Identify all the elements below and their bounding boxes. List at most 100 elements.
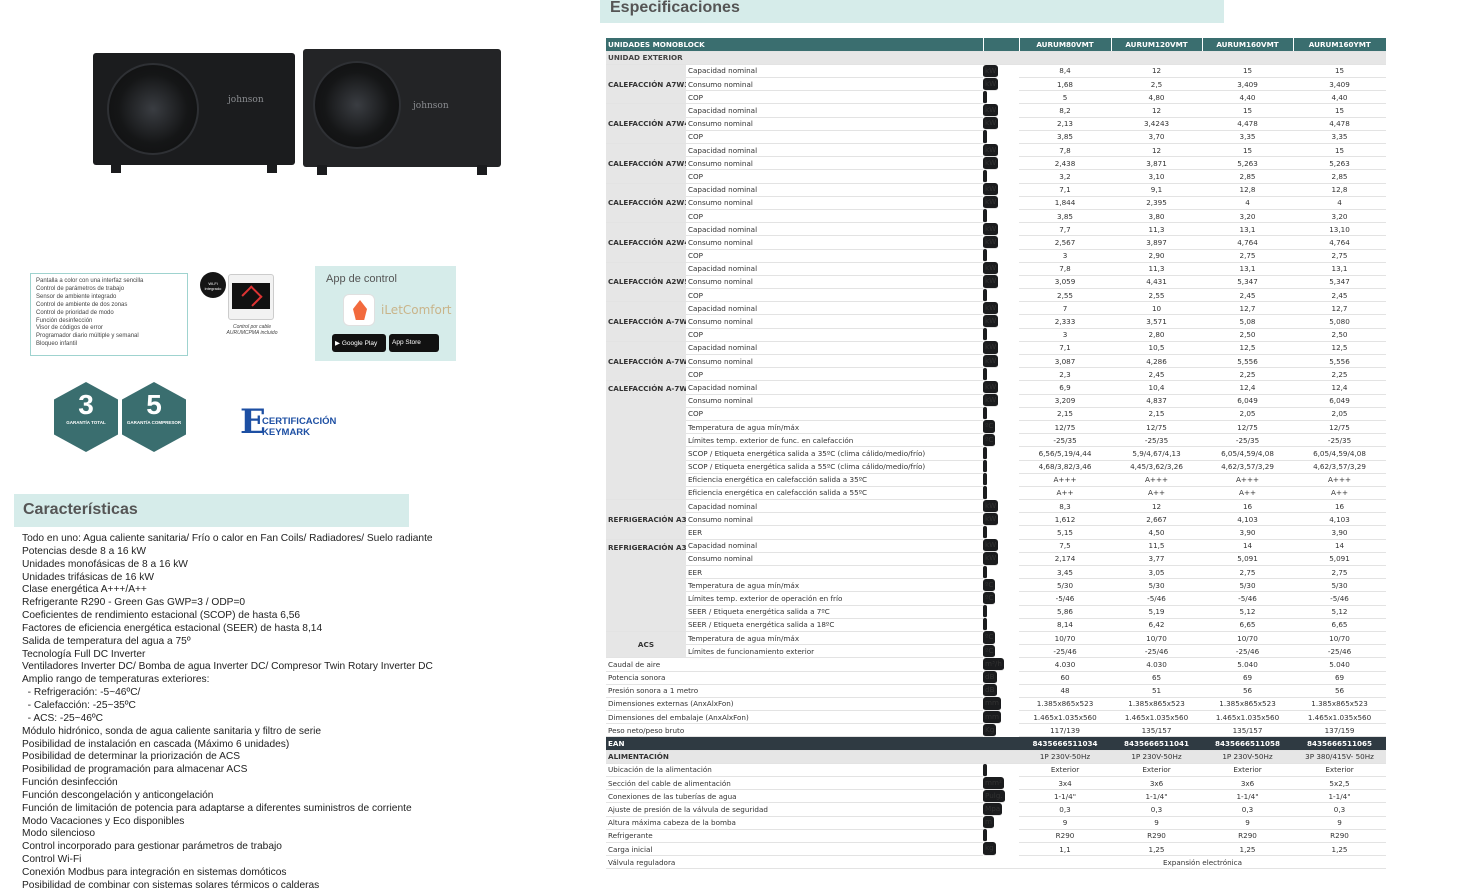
feature-item: Control de prioridad de modo <box>36 309 114 316</box>
table-row: Eficiencia energética en calefacción sal… <box>606 486 1387 501</box>
row-label: COP <box>686 169 984 184</box>
app-store-button[interactable]: App Store <box>389 334 439 352</box>
row-value: R290 <box>1293 829 1387 843</box>
row-value: 9 <box>1019 816 1112 830</box>
row-value: 4,40 <box>1293 90 1387 105</box>
iletcomfort-app-icon <box>343 294 375 326</box>
row-value: 2,55 <box>1019 288 1112 303</box>
row-unit: kW <box>983 394 999 408</box>
row-value: 1-1/4" <box>1293 789 1387 804</box>
row-value: 51 <box>1111 684 1203 698</box>
row-label: Capacidad nominal <box>686 222 984 237</box>
row-value: 2,15 <box>1019 407 1112 421</box>
product-image: johnson johnson <box>88 45 508 185</box>
row-value: 8,4 <box>1019 64 1112 79</box>
row-value: 4,837 <box>1111 394 1203 408</box>
row-unit <box>983 288 988 302</box>
row-value: 12 <box>1111 499 1203 514</box>
caracteristica-item: - Calefacción: -25~35ºC <box>22 699 136 711</box>
table-group-cell: REFRIGERACIÓN A35W7 <box>606 539 686 632</box>
row-label: SEER / Etiqueta energética salida a 7ºC <box>686 605 984 619</box>
table-row: Consumo nominal kW 2,567 3,897 4,764 4,764 <box>606 235 1387 250</box>
table-header-cell <box>982 38 1020 52</box>
caracteristica-item: Tecnología Full DC Inverter <box>22 648 146 660</box>
row-value: 3,45 <box>1019 565 1112 580</box>
row-unit: kW <box>983 183 999 197</box>
row-value: 2,567 <box>1019 235 1112 250</box>
row-unit: kW <box>983 552 999 566</box>
row-value: 3,70 <box>1111 130 1203 145</box>
row-value: 3,20 <box>1202 209 1294 224</box>
table-row: COP 2,55 2,55 2,45 2,45 <box>606 288 1387 303</box>
row-value: 3,05 <box>1111 565 1203 580</box>
row-label: Consumo nominal <box>686 394 984 408</box>
especificaciones-title: Especificaciones <box>600 0 1224 23</box>
row-unit: kW <box>983 235 999 249</box>
table-header-cell: AURUM160YMT <box>1292 38 1387 52</box>
table-row: Eficiencia energética en calefacción sal… <box>606 473 1387 487</box>
table-row: CALEFACCIÓN A2W55 Capacidad nominal kW 7,8 1… <box>606 262 1387 303</box>
row-label: Presión sonora a 1 metro <box>606 684 984 698</box>
row-value: 3,20 <box>1293 209 1387 224</box>
row-value: 15 <box>1293 103 1387 118</box>
row-value: 13,1 <box>1293 262 1387 276</box>
row-unit <box>983 130 988 144</box>
row-value: 56 <box>1293 684 1387 698</box>
row-label: Consumo nominal <box>686 196 984 210</box>
table-row: Válvula reguladora Expansión electrónica <box>606 855 1387 870</box>
table-row: COP 2,3 2,45 2,25 2,25 <box>606 367 1387 382</box>
table-header-cell: AURUM160VMT <box>1201 38 1294 52</box>
row-unit: Pulg. <box>983 789 1005 803</box>
table-row: Consumo nominal kW 1,612 2,667 4,103 4,103 <box>606 512 1387 527</box>
row-value: 60 <box>1019 671 1112 685</box>
row-value: 2,5 <box>1111 77 1203 92</box>
row-value: 3,087 <box>1019 354 1112 369</box>
table-row: Potencia sonora dB 60 65 69 69 <box>606 671 1387 685</box>
table-row: Temperatura de agua mín/máx ºC 12/75 12/75 1… <box>606 420 1387 435</box>
row-value: 1.385x865x523 <box>1202 697 1294 712</box>
row-unit <box>983 367 988 381</box>
row-value: 2,50 <box>1202 328 1294 342</box>
row-unit: kW <box>983 341 999 355</box>
warranty-badge-compressor: 5 GARANTÍA COMPRESOR <box>122 382 186 452</box>
row-label: EER <box>686 565 984 580</box>
row-value: 15 <box>1293 143 1387 158</box>
row-unit <box>983 525 988 540</box>
table-row: Ajuste de presión de la válvula de segur… <box>606 802 1387 817</box>
table-subheader-row: UNIDAD EXTERIOR <box>606 51 1387 65</box>
row-value: 6,049 <box>1202 394 1294 408</box>
row-value: 12 <box>1111 103 1203 118</box>
row-unit <box>983 407 988 421</box>
google-play-button[interactable]: ▶ Google Play <box>332 334 386 352</box>
row-value: 9,1 <box>1111 183 1203 197</box>
table-row: Peso neto/peso bruto Kg 117/139 135/157 135/… <box>606 723 1387 738</box>
row-label: Temperatura de agua mín/máx <box>686 578 984 593</box>
table-group-cell: CALEFACCIÓN A2W55 <box>606 262 686 303</box>
row-value: R290 <box>1019 829 1112 843</box>
row-value: 1-1/4" <box>1202 789 1294 804</box>
table-row: REFRIGERACIÓN A35W18Capacidad nominalkW 8… <box>606 499 1387 540</box>
row-value: 4,40 <box>1202 90 1294 105</box>
row-value: 2,75 <box>1202 565 1294 580</box>
row-value: 3,897 <box>1111 235 1203 250</box>
row-value: -25/46 <box>1293 644 1387 659</box>
row-label: Capacidad nominal <box>686 143 984 158</box>
row-value: 5,9/4,67/4,13 <box>1111 446 1203 461</box>
table-row: Temperatura de agua mín/máx ºC 5/30 5/30 5/3… <box>606 578 1387 593</box>
row-value: 2,15 <box>1111 407 1203 421</box>
row-value: 4 <box>1202 196 1294 210</box>
row-value: 6,049 <box>1293 394 1387 408</box>
keymark-certification: E CERTIFICACIÓN KEYMARK <box>240 402 337 442</box>
table-subheader-cell: UNIDAD EXTERIOR <box>606 51 1387 65</box>
row-label: COP <box>686 328 984 342</box>
controller-caption: Control por cable AURUMCPMA incluido <box>226 324 278 336</box>
row-value: 9 <box>1202 816 1294 830</box>
caracteristica-item: Posibilidad de programación para almacen… <box>22 764 248 776</box>
row-value: 5,080 <box>1293 314 1387 329</box>
row-label: Válvula reguladora <box>606 855 1020 870</box>
table-row: Dimensiones del embalaje (AnxAlxFon) mm 1.… <box>606 710 1387 725</box>
row-value: 4,62/3,57/3,29 <box>1293 460 1387 474</box>
feature-item: Control de ambiente de dos zonas <box>36 301 128 308</box>
table-row: Presión sonora a 1 metro dB 48 51 56 56 <box>606 684 1387 698</box>
row-label: Capacidad nominal <box>686 380 984 395</box>
